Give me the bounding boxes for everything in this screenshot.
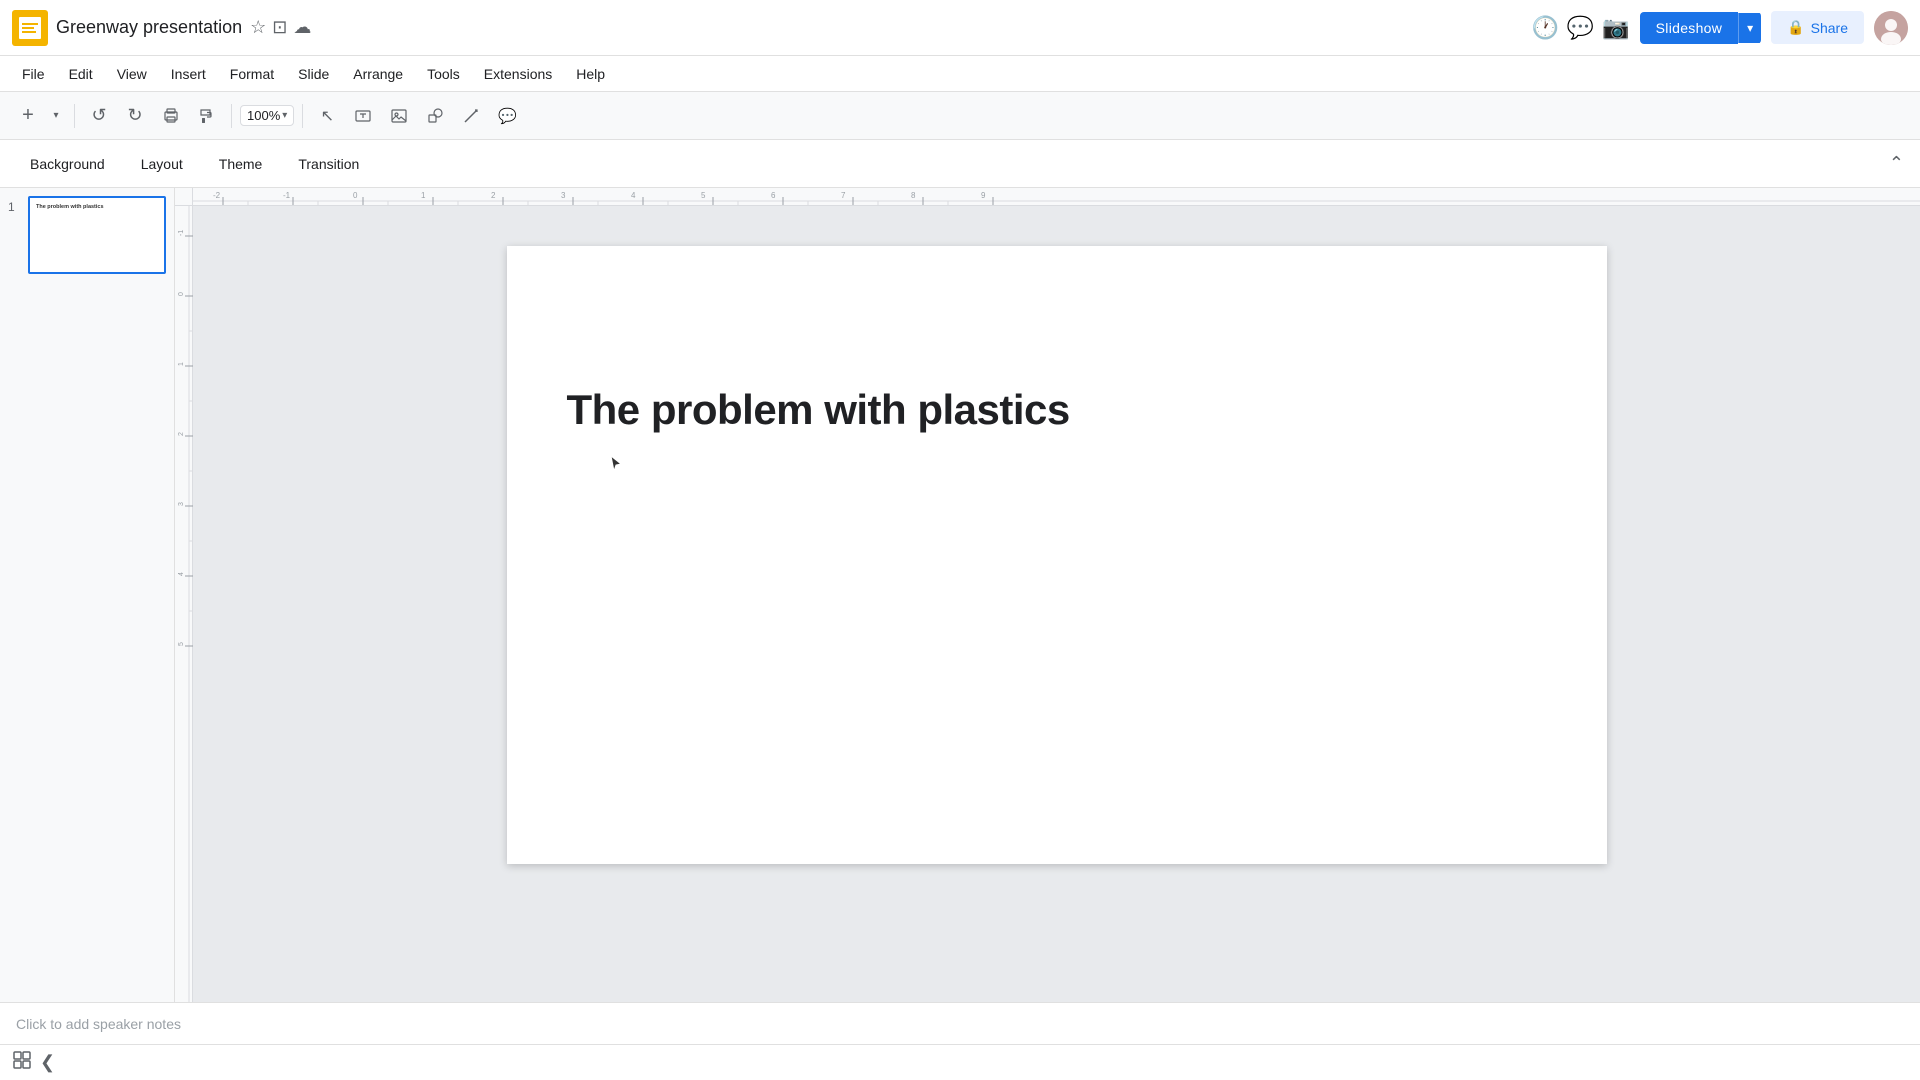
theme-button[interactable]: Theme	[205, 150, 277, 178]
comments-icon[interactable]: 💬	[1567, 15, 1594, 41]
svg-text:0: 0	[178, 292, 185, 296]
doc-icons: ☆ ⊡ ☁	[250, 17, 311, 38]
star-icon[interactable]: ☆	[250, 17, 266, 38]
history-icon[interactable]: 🕐	[1531, 15, 1558, 41]
svg-text:8: 8	[911, 191, 916, 200]
bottom-bar: ❮	[0, 1044, 1920, 1080]
svg-text:2: 2	[178, 432, 185, 436]
menu-bar: File Edit View Insert Format Slide Arran…	[0, 56, 1920, 92]
notes-placeholder: Click to add speaker notes	[16, 1016, 181, 1032]
cursor-indicator	[609, 454, 623, 479]
layout-button[interactable]: Layout	[127, 150, 197, 178]
slide-title[interactable]: The problem with plastics	[567, 386, 1070, 434]
ruler-horizontal: -2 -1 0 1 2 3 4 5 6 7 8	[193, 188, 1920, 206]
print-button[interactable]	[155, 100, 187, 132]
top-bar: Greenway presentation ☆ ⊡ ☁ 🕐 💬 📷 Slides…	[0, 0, 1920, 56]
doc-title[interactable]: Greenway presentation	[56, 17, 242, 38]
slide-canvas-wrapper[interactable]: The problem with plastics	[193, 206, 1920, 1002]
svg-text:0: 0	[353, 191, 358, 200]
top-right-group: 🕐 💬 📷 Slideshow ▾ 🔒 Share	[1531, 11, 1908, 45]
redo-button[interactable]: ↻	[119, 100, 151, 132]
slideshow-dropdown-button[interactable]: ▾	[1738, 13, 1761, 43]
zoom-dropdown-icon: ▾	[282, 110, 287, 121]
svg-text:-1: -1	[283, 191, 291, 200]
svg-text:1: 1	[421, 191, 426, 200]
menu-file[interactable]: File	[12, 62, 55, 86]
slide-thumbnail-1[interactable]: The problem with plastics	[28, 196, 166, 274]
menu-help[interactable]: Help	[566, 62, 615, 86]
zoom-label: 100%	[247, 108, 280, 123]
grid-view-button[interactable]	[12, 1050, 32, 1075]
shapes-button[interactable]	[419, 100, 451, 132]
divider-3	[302, 104, 303, 128]
add-slide-button[interactable]: +	[12, 100, 44, 132]
menu-edit[interactable]: Edit	[59, 62, 103, 86]
share-label: Share	[1811, 20, 1848, 36]
svg-text:4: 4	[178, 572, 185, 576]
background-button[interactable]: Background	[16, 150, 119, 178]
slideshow-button[interactable]: Slideshow	[1640, 12, 1739, 44]
notes-bar[interactable]: Click to add speaker notes	[0, 1002, 1920, 1044]
divider-1	[74, 104, 75, 128]
svg-text:5: 5	[178, 642, 185, 646]
avatar[interactable]	[1874, 11, 1908, 45]
menu-view[interactable]: View	[107, 62, 157, 86]
svg-text:1: 1	[178, 362, 185, 366]
undo-button[interactable]: ↺	[83, 100, 115, 132]
svg-text:9: 9	[981, 191, 986, 200]
paint-format-button[interactable]	[191, 100, 223, 132]
slide-toolbar: Background Layout Theme Transition ⌃	[0, 140, 1920, 188]
menu-slide[interactable]: Slide	[288, 62, 339, 86]
cursor-button[interactable]: ↖	[311, 100, 343, 132]
drive-icon[interactable]: ⊡	[272, 17, 287, 38]
share-button[interactable]: 🔒 Share	[1771, 11, 1864, 44]
panel-toggle-button[interactable]: ❮	[40, 1052, 55, 1073]
svg-text:2: 2	[491, 191, 496, 200]
add-group: + ▾	[12, 100, 66, 132]
main-area: 1 The problem with plastics -2 -1 0 1	[0, 188, 1920, 1002]
ruler-vertical: -1 0 1 2 3 4 5	[175, 206, 193, 1002]
zoom-selector[interactable]: 100% ▾	[240, 105, 294, 126]
svg-text:4: 4	[631, 191, 636, 200]
transition-button[interactable]: Transition	[284, 150, 373, 178]
slide-panel: 1 The problem with plastics	[0, 188, 175, 1002]
meet-icon[interactable]: 📷	[1602, 15, 1629, 41]
svg-text:3: 3	[178, 502, 185, 506]
menu-arrange[interactable]: Arrange	[343, 62, 413, 86]
menu-extensions[interactable]: Extensions	[474, 62, 562, 86]
menu-insert[interactable]: Insert	[161, 62, 216, 86]
svg-text:5: 5	[701, 191, 706, 200]
slide-number-1: 1	[8, 200, 22, 214]
divider-2	[231, 104, 232, 128]
svg-text:3: 3	[561, 191, 566, 200]
content-area: -2 -1 0 1 2 3 4 5 6 7 8	[175, 188, 1920, 1002]
svg-text:7: 7	[841, 191, 846, 200]
menu-tools[interactable]: Tools	[417, 62, 470, 86]
line-button[interactable]	[455, 100, 487, 132]
slideshow-button-group: Slideshow ▾	[1640, 12, 1762, 44]
ruler-corner	[175, 188, 193, 206]
collapse-icon[interactable]: ⌃	[1889, 153, 1904, 174]
utility-icons: 🕐 💬 📷	[1531, 15, 1629, 41]
app-icon[interactable]	[12, 10, 48, 46]
cloud-icon[interactable]: ☁	[293, 17, 311, 38]
slide-canvas[interactable]: The problem with plastics	[507, 246, 1607, 864]
add-dropdown-button[interactable]: ▾	[46, 100, 66, 132]
svg-text:6: 6	[771, 191, 776, 200]
slide-thumb-1[interactable]: 1 The problem with plastics	[8, 196, 166, 274]
svg-text:-2: -2	[213, 191, 221, 200]
svg-text:-1: -1	[178, 230, 185, 236]
text-button[interactable]	[347, 100, 379, 132]
share-icon: 🔒	[1787, 19, 1804, 36]
image-button[interactable]	[383, 100, 415, 132]
menu-format[interactable]: Format	[220, 62, 284, 86]
comment-button[interactable]: 💬	[491, 100, 523, 132]
top-left-group: Greenway presentation ☆ ⊡ ☁	[12, 10, 311, 46]
thumbnail-title: The problem with plastics	[36, 204, 104, 210]
toolbar: + ▾ ↺ ↻ 100% ▾ ↖ 💬	[0, 92, 1920, 140]
